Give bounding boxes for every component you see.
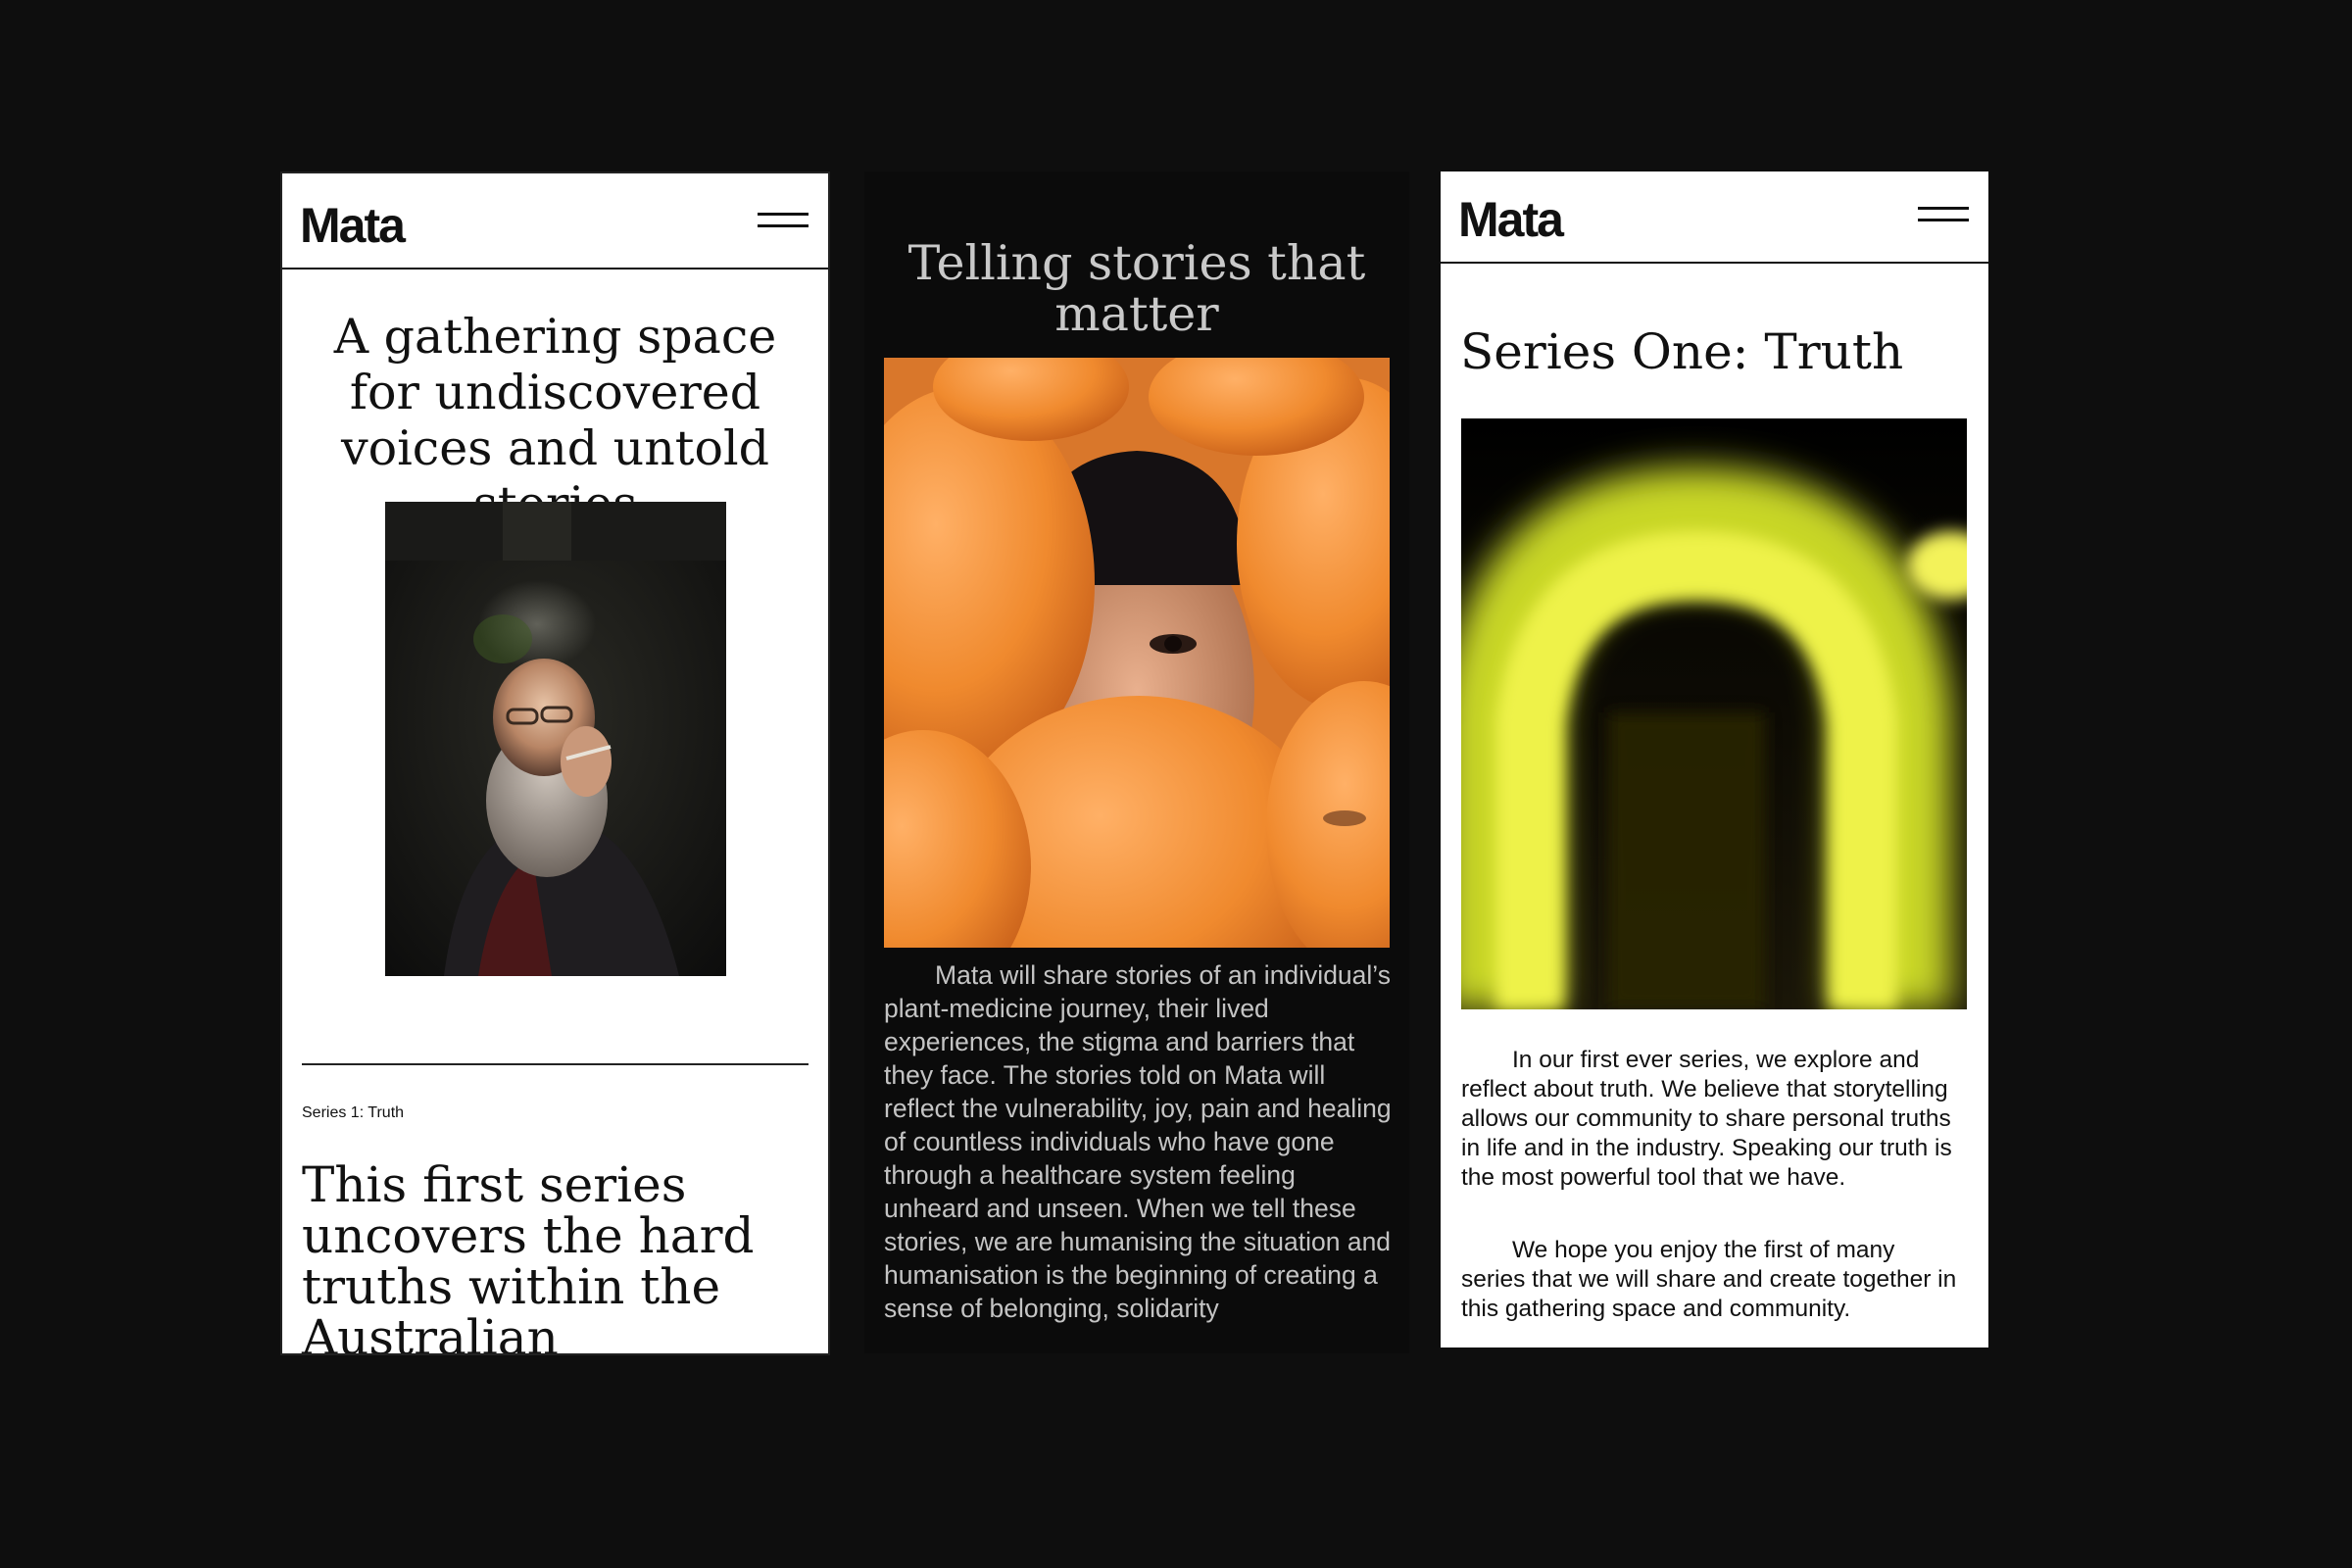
hamburger-menu-icon[interactable] [758,213,808,228]
neon-arch-photo [1461,418,1967,1009]
mata-logo[interactable]: Mata [300,197,406,254]
mobile-screen-home: Mata A gathering space for undiscovered … [280,172,830,1355]
orange-balloons-photo [884,358,1390,948]
series-title: This first series uncovers the hard trut… [302,1156,755,1355]
top-navbar: Mata [1441,172,1988,264]
top-navbar: Mata [282,173,828,270]
mission-body-text: Mata will share stories of an individual… [884,960,1392,1323]
mobile-screen-mission: Telling stories that matter Mata will sh… [864,172,1409,1353]
section-divider [302,1063,808,1065]
series-label: Series 1: Truth [302,1104,405,1121]
mata-logo[interactable]: Mata [1458,191,1564,248]
tagline-heading: Telling stories that matter [907,235,1366,342]
portrait-photo-smoking-man [385,502,726,976]
hero-title: A gathering space for undiscovered voice… [333,309,777,532]
closing-paragraph: We hope you enjoy the first of many seri… [1461,1237,1957,1322]
intro-paragraph: In our first ever series, we explore and… [1461,1047,1952,1191]
mobile-screen-series: Mata Series One: Truth In our first ever… [1441,172,1988,1348]
hamburger-menu-icon[interactable] [1918,207,1969,222]
page-title: Series One: Truth [1460,323,1904,380]
